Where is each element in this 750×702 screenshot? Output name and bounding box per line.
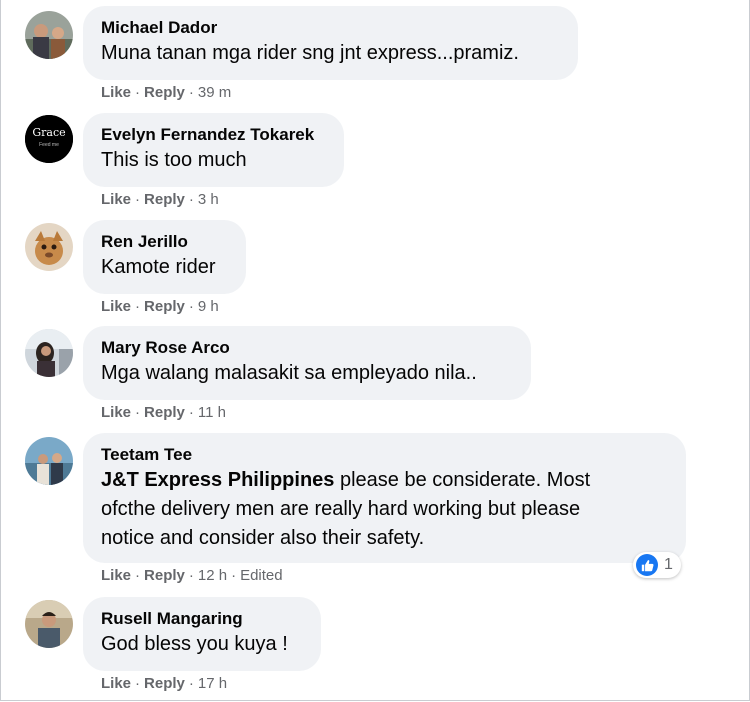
reply-button[interactable]: Reply [144,298,185,315]
comment-author[interactable]: Michael Dador [101,17,560,39]
separator: · [188,84,194,101]
comment-text: notice and consider also their safety. [101,527,425,549]
comment-text: Muna tanan mga rider sng jnt express...p… [101,42,519,64]
comment-timestamp[interactable]: 11 h [198,404,226,421]
avatar[interactable] [25,223,73,271]
comment-actions: Like · Reply · 12 h · Edited [101,567,283,584]
reply-button[interactable]: Reply [144,567,185,584]
comment-timestamp[interactable]: 12 h [198,567,227,584]
comment-bubble: Teetam Tee J&T Express Philippines pleas… [83,433,686,563]
separator: · [135,191,141,208]
comment-author[interactable]: Rusell Mangaring [101,608,303,630]
comment-bubble: Mary Rose Arco Mga walang malasakit sa e… [83,326,531,400]
separator: · [188,191,194,208]
separator: · [135,84,141,101]
edited-label[interactable]: Edited [240,567,283,584]
comment-author[interactable]: Teetam Tee [101,444,668,466]
separator: · [135,404,141,421]
avatar-text: Grace [32,126,66,139]
reply-button[interactable]: Reply [144,84,185,101]
comment-actions: Like · Reply · 39 m [101,84,231,101]
comment-actions: Like · Reply · 17 h [101,675,227,692]
comment-bubble: Evelyn Fernandez Tokarek This is too muc… [83,113,344,187]
comment-timestamp[interactable]: 17 h [198,675,227,692]
comment-text-part: please be considerate. Most [334,469,591,491]
comment-bubble: Michael Dador Muna tanan mga rider sng j… [83,6,578,80]
separator: · [135,675,141,692]
separator: · [188,298,194,315]
thumbs-up-icon [636,554,658,576]
reaction-count: 1 [664,556,673,573]
separator: · [188,675,194,692]
comment-actions: Like · Reply · 11 h [101,404,226,421]
comment-text: Kamote rider [101,256,216,278]
comment-actions: Like · Reply · 3 h [101,191,219,208]
separator: · [231,567,237,584]
like-button[interactable]: Like [101,567,131,584]
comment-author[interactable]: Mary Rose Arco [101,337,513,359]
avatar[interactable] [25,600,73,648]
like-button[interactable]: Like [101,84,131,101]
separator: · [188,404,194,421]
like-button[interactable]: Like [101,298,131,315]
comment-author[interactable]: Ren Jerillo [101,231,228,253]
comment-thread: Michael Dador Muna tanan mga rider sng j… [0,0,750,701]
reaction-summary[interactable]: 1 [633,552,681,578]
avatar[interactable] [25,11,73,59]
comment-text: J&T Express Philippines please be consid… [101,466,668,495]
comment-text: This is too much [101,149,247,171]
reply-button[interactable]: Reply [144,404,185,421]
reply-button[interactable]: Reply [144,675,185,692]
comment-timestamp[interactable]: 39 m [198,84,231,101]
comment-timestamp[interactable]: 3 h [198,191,219,208]
comment-text: God bless you kuya ! [101,633,288,655]
separator: · [135,298,141,315]
like-button[interactable]: Like [101,191,131,208]
comment-actions: Like · Reply · 9 h [101,298,219,315]
comment-bubble: Rusell Mangaring God bless you kuya ! [83,597,321,671]
avatar-subtext: Feed me [39,142,59,148]
comment-text: ofcthe delivery men are really hard work… [101,498,581,520]
like-button[interactable]: Like [101,404,131,421]
separator: · [135,567,141,584]
avatar[interactable] [25,329,73,377]
reply-button[interactable]: Reply [144,191,185,208]
avatar[interactable]: Grace Feed me [25,115,73,163]
mention-link[interactable]: J&T Express Philippines [101,469,334,491]
comment-text: Mga walang malasakit sa empleyado nila.. [101,362,477,384]
like-button[interactable]: Like [101,675,131,692]
comment-author[interactable]: Evelyn Fernandez Tokarek [101,124,326,146]
comment-bubble: Ren Jerillo Kamote rider [83,220,246,294]
comment-timestamp[interactable]: 9 h [198,298,219,315]
avatar[interactable] [25,437,73,485]
separator: · [188,567,194,584]
